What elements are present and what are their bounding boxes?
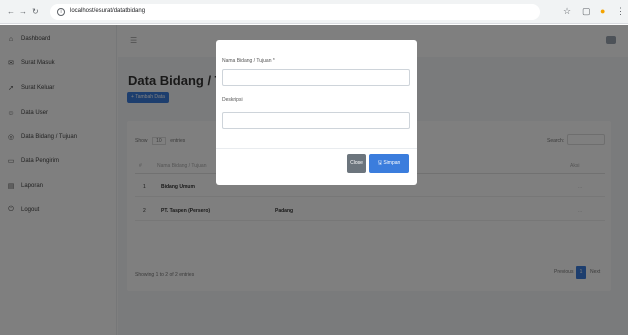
forward-icon[interactable]: → bbox=[19, 7, 27, 17]
deskripsi-label: Deskripsi bbox=[222, 97, 243, 103]
modal-footer-divider bbox=[216, 148, 417, 149]
browser-toolbar: ← → ↻ i localhost/esurat/datatbidang ☆ ▢… bbox=[0, 0, 628, 24]
back-icon[interactable]: ← bbox=[7, 7, 15, 17]
site-info-icon[interactable]: i bbox=[57, 8, 65, 16]
add-bidang-modal: Nama Bidang / Tujuan * Deskripsi Close 🖫… bbox=[216, 40, 417, 185]
deskripsi-input[interactable] bbox=[222, 112, 410, 129]
menu-kebab-icon[interactable]: ⋮ bbox=[616, 6, 625, 17]
nama-bidang-label: Nama Bidang / Tujuan * bbox=[222, 58, 275, 64]
extensions-icon[interactable]: ▢ bbox=[582, 6, 591, 17]
nama-bidang-input[interactable] bbox=[222, 69, 410, 86]
close-button[interactable]: Close bbox=[347, 154, 366, 173]
profile-icon[interactable]: ● bbox=[600, 6, 605, 17]
bookmark-star-icon[interactable]: ☆ bbox=[563, 6, 571, 17]
save-button[interactable]: 🖫 Simpan bbox=[369, 154, 409, 173]
address-bar[interactable]: i localhost/esurat/datatbidang bbox=[50, 4, 540, 20]
url-text: localhost/esurat/datatbidang bbox=[70, 8, 146, 14]
reload-icon[interactable]: ↻ bbox=[32, 7, 39, 17]
